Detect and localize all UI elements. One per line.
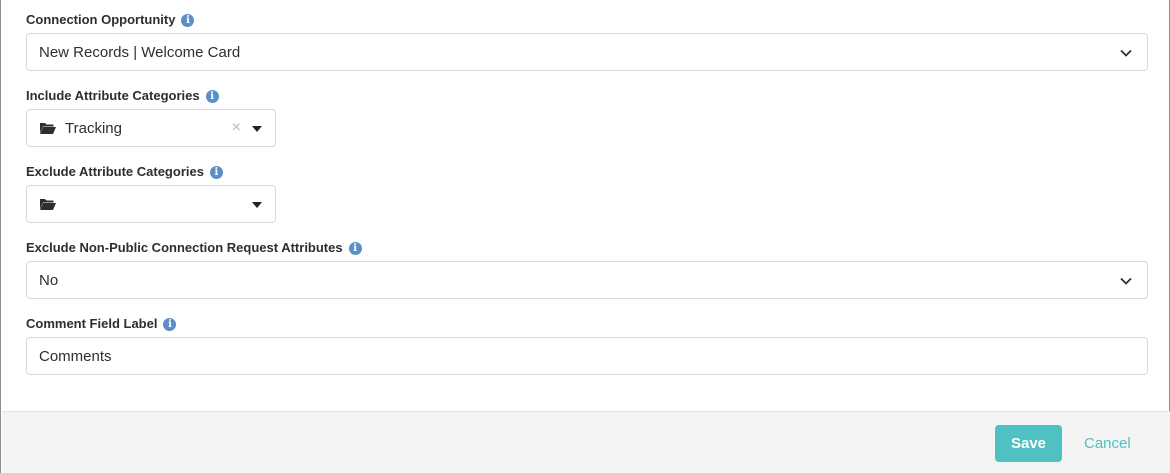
info-icon[interactable]: i	[348, 241, 362, 255]
settings-panel: Connection Opportunity i New Records | W…	[0, 0, 1170, 473]
include-attribute-categories-value: Tracking	[65, 119, 122, 137]
save-button[interactable]: Save	[995, 425, 1062, 462]
chevron-down-icon	[1120, 49, 1132, 57]
info-icon[interactable]: i	[163, 317, 177, 331]
include-attribute-categories-picker[interactable]: Tracking ×	[26, 109, 276, 147]
info-icon[interactable]: i	[181, 13, 195, 27]
info-icon[interactable]: i	[205, 89, 219, 103]
clear-icon[interactable]: ×	[232, 119, 241, 137]
connection-opportunity-label: Connection Opportunity	[26, 12, 176, 27]
exclude-non-public-select[interactable]: No	[26, 261, 1148, 299]
folder-open-icon	[40, 123, 56, 134]
cancel-link[interactable]: Cancel	[1084, 435, 1131, 452]
connection-opportunity-group: Connection Opportunity i New Records | W…	[26, 12, 1148, 71]
include-attribute-categories-label: Include Attribute Categories	[26, 88, 200, 103]
exclude-non-public-label-row: Exclude Non-Public Connection Request At…	[26, 240, 362, 256]
exclude-non-public-group: Exclude Non-Public Connection Request At…	[26, 240, 1148, 299]
connection-opportunity-value: New Records | Welcome Card	[39, 43, 241, 61]
connection-opportunity-select[interactable]: New Records | Welcome Card	[26, 33, 1148, 71]
comment-field-label-group: Comment Field Label i Comments	[26, 316, 1148, 375]
comment-field-label: Comment Field Label	[26, 316, 158, 331]
exclude-attribute-categories-label: Exclude Attribute Categories	[26, 164, 204, 179]
exclude-non-public-label: Exclude Non-Public Connection Request At…	[26, 240, 343, 255]
caret-down-icon[interactable]	[252, 126, 262, 132]
caret-down-icon[interactable]	[252, 202, 262, 208]
comment-field-label-input[interactable]: Comments	[26, 337, 1148, 375]
exclude-attribute-categories-group: Exclude Attribute Categories i	[26, 164, 276, 223]
folder-open-icon	[40, 199, 56, 210]
comment-field-label-value: Comments	[39, 347, 112, 365]
info-icon[interactable]: i	[209, 165, 223, 179]
include-attribute-categories-label-row: Include Attribute Categories i	[26, 88, 219, 104]
modal-footer: Save Cancel	[2, 411, 1170, 473]
comment-field-label-row: Comment Field Label i	[26, 316, 177, 332]
chevron-down-icon	[1120, 277, 1132, 285]
include-attribute-categories-group: Include Attribute Categories i Tracking …	[26, 88, 276, 147]
connection-opportunity-label-row: Connection Opportunity i	[26, 12, 195, 28]
exclude-attribute-categories-picker[interactable]	[26, 185, 276, 223]
exclude-non-public-value: No	[39, 271, 59, 289]
exclude-attribute-categories-label-row: Exclude Attribute Categories i	[26, 164, 223, 180]
